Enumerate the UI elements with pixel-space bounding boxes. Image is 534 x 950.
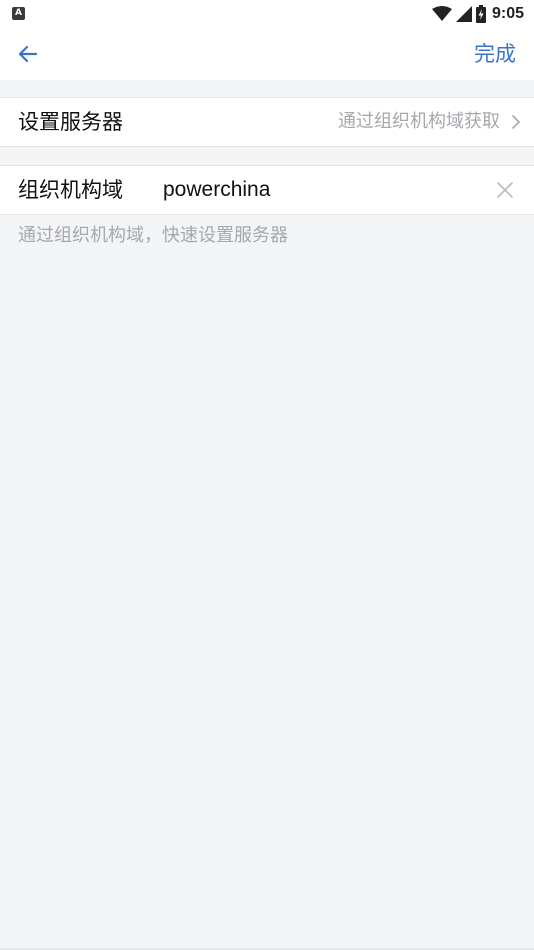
chevron-right-icon	[512, 115, 520, 129]
server-setting-label: 设置服务器	[18, 110, 123, 134]
done-button[interactable]: 完成	[474, 39, 516, 69]
org-domain-label: 组织机构域	[18, 178, 123, 202]
battery-charging-icon	[475, 5, 486, 23]
signal-icon	[455, 6, 472, 22]
status-bar: A 9:05	[0, 0, 534, 28]
arrow-left-icon[interactable]	[16, 42, 40, 66]
notification-icon: A	[12, 7, 25, 20]
status-time: 9:05	[491, 5, 524, 22]
server-setting-value: 通过组织机构域获取	[338, 111, 500, 132]
server-setting-row[interactable]: 设置服务器 通过组织机构域获取	[0, 97, 534, 147]
org-domain-input[interactable]	[163, 174, 473, 206]
hint-text: 通过组织机构域，快速设置服务器	[18, 225, 288, 246]
close-icon[interactable]	[496, 181, 514, 199]
wifi-icon	[431, 6, 452, 21]
status-icons: 9:05	[431, 4, 524, 24]
org-domain-row: 组织机构域	[0, 165, 534, 215]
nav-bar: 完成	[0, 28, 534, 80]
